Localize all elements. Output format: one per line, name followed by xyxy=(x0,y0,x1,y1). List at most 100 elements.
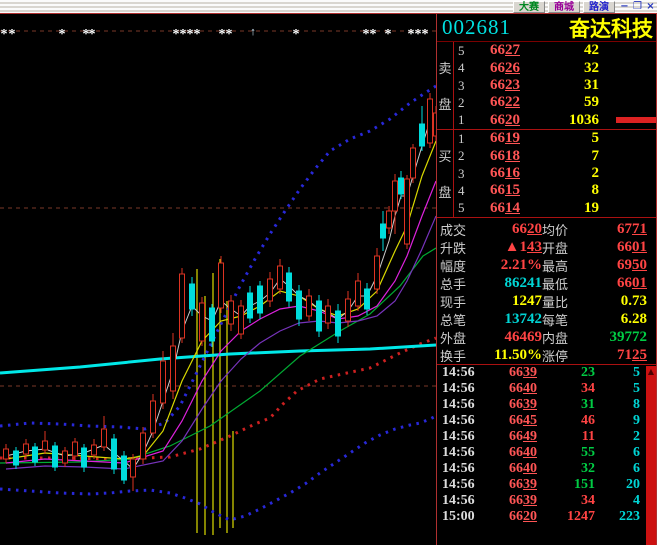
stat-label: 升跌 xyxy=(437,238,474,257)
book-volume: 1036 xyxy=(569,112,599,129)
buy-row[interactable]: 366162 xyxy=(454,165,656,182)
tick-row[interactable]: 14:566645469 xyxy=(437,413,656,429)
buy-row[interactable]: 5661419 xyxy=(454,200,656,217)
svg-text:*: * xyxy=(226,27,233,42)
chart-area[interactable]: ******************↑ xyxy=(0,14,437,545)
stat-value: 6620 xyxy=(474,221,542,238)
tick-row[interactable]: 14:566639235 xyxy=(437,365,656,381)
stats-section: 成交6620均价6771升跌▲143开盘6601幅度2.21%最高6950总手8… xyxy=(437,218,656,365)
tick-time: 14:56 xyxy=(437,397,485,413)
svg-text:*: * xyxy=(9,27,16,42)
kline-chart[interactable]: ******************↑ xyxy=(0,14,436,545)
svg-text:*: * xyxy=(59,27,66,42)
stat-value: 0.73 xyxy=(579,293,656,310)
buy-book: 买 盘 1661952661873661624661585661419 xyxy=(437,130,656,218)
tick-volume: 31 xyxy=(537,397,595,413)
sell-row[interactable]: 5662742 xyxy=(454,42,656,59)
book-level: 5 xyxy=(454,200,490,216)
tick-row[interactable]: 14:566649112 xyxy=(437,429,656,445)
book-volume: 8 xyxy=(592,182,600,199)
sell-row[interactable]: 166201036 xyxy=(454,112,656,129)
buy-row[interactable]: 166195 xyxy=(454,130,656,147)
svg-text:*: * xyxy=(385,27,392,42)
stat-value: 86241 xyxy=(474,275,542,292)
book-level: 3 xyxy=(454,166,490,182)
book-volume: 31 xyxy=(584,77,599,94)
tick-row[interactable]: 14:56663915120 xyxy=(437,477,656,493)
buy-row[interactable]: 266187 xyxy=(454,147,656,164)
tick-price: 6620 xyxy=(485,509,537,525)
book-volume: 5 xyxy=(592,130,600,147)
sell-book-label: 卖 盘 xyxy=(437,42,454,129)
stat-label: 每笔 xyxy=(542,310,579,329)
stat-row: 换手11.50%涨停7125 xyxy=(437,346,656,364)
stat-label: 开盘 xyxy=(542,238,579,257)
tick-row[interactable]: 14:566640326 xyxy=(437,461,656,477)
stat-value: 46469 xyxy=(474,329,542,346)
sell-row[interactable]: 2662259 xyxy=(454,94,656,111)
stat-value: 1247 xyxy=(474,293,542,310)
sell-book-rows: 5662742466263236623312662259166201036 xyxy=(454,42,656,129)
tick-row[interactable]: 14:566640345 xyxy=(437,381,656,397)
stat-label: 总手 xyxy=(437,274,474,293)
book-volume: 19 xyxy=(584,200,599,217)
tick-row[interactable]: 14:566640556 xyxy=(437,445,656,461)
book-level: 3 xyxy=(454,78,490,94)
scrollbar-up-icon[interactable]: ▲ xyxy=(646,366,656,377)
stat-label: 最低 xyxy=(542,274,579,293)
scrollbar[interactable]: ▲ xyxy=(646,366,656,545)
stat-value: 2.21% xyxy=(474,257,542,274)
tick-time: 14:56 xyxy=(437,381,485,397)
close-button[interactable]: × xyxy=(644,1,657,12)
book-volume: 7 xyxy=(592,148,600,165)
tick-volume: 46 xyxy=(537,413,595,429)
sell-row[interactable]: 3662331 xyxy=(454,77,656,94)
tick-volume: 34 xyxy=(537,381,595,397)
roadshow-button[interactable]: 路演 xyxy=(583,1,615,13)
tick-price: 6640 xyxy=(485,445,537,461)
stat-row: 现手1247量比0.73 xyxy=(437,292,656,310)
tick-volume: 23 xyxy=(537,365,595,381)
minimize-button[interactable]: − xyxy=(618,1,631,12)
contest-button[interactable]: 大赛 xyxy=(513,1,545,13)
book-level: 5 xyxy=(454,43,490,59)
stat-value: 11.50% xyxy=(474,347,542,364)
book-volume: 59 xyxy=(584,94,599,111)
tick-price: 6640 xyxy=(485,381,537,397)
stat-label: 幅度 xyxy=(437,256,474,275)
book-level: 1 xyxy=(454,131,490,147)
sell-row[interactable]: 4662632 xyxy=(454,59,656,76)
tick-price: 6649 xyxy=(485,429,537,445)
stat-value: 13742 xyxy=(474,311,542,328)
stat-value: 6601 xyxy=(579,239,656,256)
stat-label: 成交 xyxy=(437,220,474,239)
volume-bar xyxy=(616,117,656,123)
mall-button[interactable]: 商城 xyxy=(548,1,580,13)
stat-value: ▲143 xyxy=(474,239,542,256)
maximize-button[interactable]: ❐ xyxy=(631,1,644,12)
tick-volume: 34 xyxy=(537,493,595,509)
svg-text:*: * xyxy=(219,27,226,42)
titlebar: 大赛 商城 路演 − ❐ × xyxy=(0,0,657,13)
stat-row: 升跌▲143开盘6601 xyxy=(437,238,656,256)
buy-row[interactable]: 466158 xyxy=(454,182,656,199)
stat-label: 最高 xyxy=(542,256,579,275)
book-volume: 32 xyxy=(584,60,599,77)
book-price: 6622 xyxy=(490,94,548,111)
stat-label: 内盘 xyxy=(542,328,579,347)
svg-text:*: * xyxy=(89,27,96,42)
book-volume: 42 xyxy=(584,42,599,59)
tick-row[interactable]: 14:566639318 xyxy=(437,397,656,413)
tick-price: 6645 xyxy=(485,413,537,429)
tick-time: 14:56 xyxy=(437,477,485,493)
stat-label: 涨停 xyxy=(542,346,579,365)
stat-label: 均价 xyxy=(542,220,579,239)
svg-text:*: * xyxy=(187,27,194,42)
tick-time: 14:56 xyxy=(437,461,485,477)
app-window: 大赛 商城 路演 − ❐ × ******************↑ 00268… xyxy=(0,0,657,545)
tick-row[interactable]: 15:0066201247223 xyxy=(437,509,656,525)
svg-text:*: * xyxy=(415,27,422,42)
tick-row[interactable]: 14:566639344 xyxy=(437,493,656,509)
svg-text:↑: ↑ xyxy=(250,26,256,38)
tick-time: 14:56 xyxy=(437,445,485,461)
